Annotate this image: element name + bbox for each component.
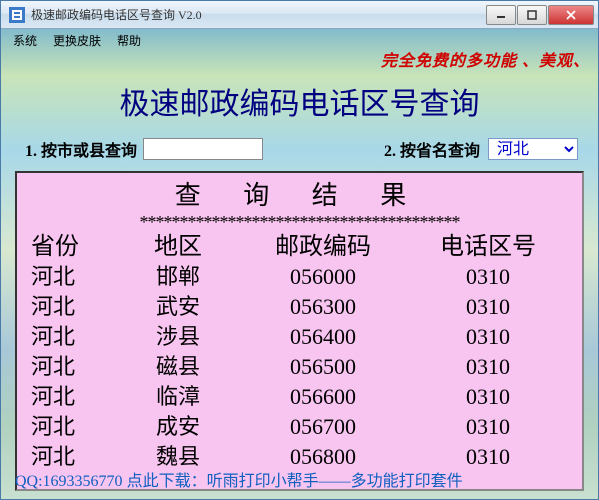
cell-area: 邯郸 [123,262,233,292]
header-tel: 电话区号 [413,232,563,262]
cell-area: 成安 [123,412,233,442]
cell-province: 河北 [23,382,123,412]
cell-tel: 0310 [413,412,563,442]
header-province: 省份 [23,232,123,262]
search-city-label: 1. 按市或县查询 [25,137,137,161]
cell-province: 河北 [23,322,123,352]
cell-zip: 056700 [233,412,413,442]
footer: QQ:1693356770 点此下载：听雨打印小帮手——多功能打印套件 [15,467,584,491]
maximize-button[interactable] [517,5,547,25]
table-row: 河北涉县0564000310 [17,322,582,352]
header-area: 地区 [123,232,233,262]
table-row: 河北临漳0566000310 [17,382,582,412]
cell-zip: 056000 [233,262,413,292]
cell-province: 河北 [23,292,123,322]
table-row: 河北成安0567000310 [17,412,582,442]
search-city-input[interactable] [143,138,263,160]
window-title: 极速邮政编码电话区号查询 V2.0 [31,6,485,23]
window-controls [485,5,594,25]
menu-help[interactable]: 帮助 [111,30,147,51]
footer-download-prefix: 点此下载： [123,473,207,490]
search-row: 1. 按市或县查询 2. 按省名查询 河北 [1,133,598,171]
cell-zip: 056400 [233,322,413,352]
app-icon [9,7,25,23]
scrolling-banner: 完全免费的多功能 、美观、 [1,51,598,73]
cell-tel: 0310 [413,352,563,382]
cell-area: 临漳 [123,382,233,412]
menu-skin[interactable]: 更换皮肤 [47,30,107,51]
menu-system[interactable]: 系统 [7,30,43,51]
cell-province: 河北 [23,262,123,292]
close-button[interactable] [548,5,594,25]
cell-province: 河北 [23,412,123,442]
cell-tel: 0310 [413,292,563,322]
cell-tel: 0310 [413,382,563,412]
cell-province: 河北 [23,352,123,382]
cell-zip: 056300 [233,292,413,322]
cell-area: 涉县 [123,322,233,352]
menubar: 系统 更换皮肤 帮助 [1,29,598,51]
app-window: 极速邮政编码电话区号查询 V2.0 系统 更换皮肤 帮助 完全免费的多功能 、美… [0,0,599,500]
minimize-button[interactable] [486,5,516,25]
titlebar[interactable]: 极速邮政编码电话区号查询 V2.0 [1,1,598,29]
results-rows: 河北邯郸0560000310河北武安0563000310河北涉县05640003… [17,262,582,472]
province-select[interactable]: 河北 [488,138,578,160]
page-title: 极速邮政编码电话区号查询 [1,73,598,133]
footer-download-link[interactable]: 听雨打印小帮手——多功能打印套件 [207,473,463,490]
footer-qq: QQ:1693356770 [15,473,123,490]
results-header-row: 省份 地区 邮政编码 电话区号 [17,232,582,262]
table-row: 河北磁县0565000310 [17,352,582,382]
search-province-label: 2. 按省名查询 [384,137,480,161]
results-title: 查 询 结 果 [17,173,582,212]
cell-area: 磁县 [123,352,233,382]
table-row: 河北邯郸0560000310 [17,262,582,292]
table-row: 河北武安0563000310 [17,292,582,322]
cell-tel: 0310 [413,262,563,292]
results-divider: **************************************** [17,212,582,232]
cell-zip: 056600 [233,382,413,412]
cell-area: 武安 [123,292,233,322]
cell-zip: 056500 [233,352,413,382]
results-panel: 查 询 结 果 ********************************… [15,171,584,491]
cell-tel: 0310 [413,322,563,352]
header-zip: 邮政编码 [233,232,413,262]
